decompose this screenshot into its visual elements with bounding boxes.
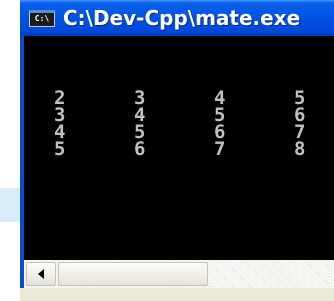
horizontal-scrollbar[interactable]	[24, 260, 334, 288]
console-value: 6	[134, 138, 146, 160]
background-stripe	[0, 188, 20, 222]
window-bottom-edge	[20, 288, 334, 301]
window-title: C:\Dev-Cpp\mate.exe	[63, 6, 301, 30]
console-row: 4 5 6 7	[24, 123, 334, 142]
console-value: 7	[214, 138, 226, 160]
console-row: 2 3 4 5	[24, 89, 334, 108]
console-value: 5	[54, 138, 66, 160]
console-row: 3 4 5 6	[24, 106, 334, 125]
scroll-thumb[interactable]	[58, 262, 208, 286]
scroll-left-arrow-icon	[38, 269, 44, 279]
title-bar[interactable]: C:\ C:\Dev-Cpp\mate.exe	[20, 0, 334, 36]
console-row: 5 6 7 8	[24, 138, 334, 160]
console-output[interactable]: 2 3 4 5 3 4 5 6 4 5 6 7 5 6 7 8	[24, 36, 334, 260]
console-value: 8	[294, 138, 306, 160]
scroll-left-button[interactable]	[26, 262, 56, 286]
console-icon[interactable]: C:\	[29, 9, 55, 27]
console-window: C:\ C:\Dev-Cpp\mate.exe 2 3 4 5 3 4 5 6 …	[20, 0, 334, 301]
